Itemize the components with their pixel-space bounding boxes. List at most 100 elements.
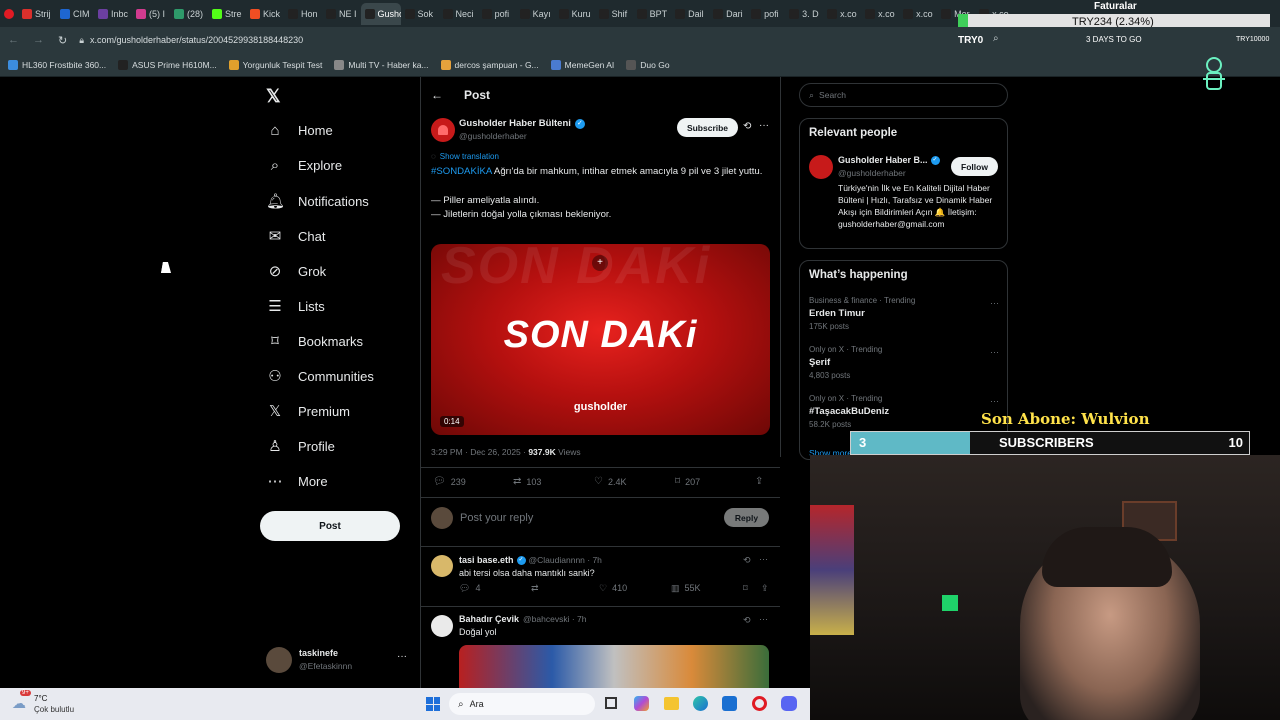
like-action[interactable]: ♡ 2.4K <box>594 476 626 487</box>
task-view-icon[interactable] <box>605 697 617 709</box>
media-sparkle-icon[interactable]: + <box>592 255 608 271</box>
edge-icon[interactable] <box>693 696 708 711</box>
reply-reply-action[interactable]: 💬︎ 4 <box>459 583 480 594</box>
browser-tab[interactable]: Dail <box>671 3 709 25</box>
trend-item[interactable]: Business & finance · Trending Erden Timur… <box>809 296 999 331</box>
sidebar-item-more[interactable]: ⋯ More <box>266 472 328 490</box>
more-dots-icon[interactable]: ··· <box>397 651 407 662</box>
browser-tab[interactable]: Neci <box>439 3 478 25</box>
browser-tab[interactable]: Kick <box>246 3 284 25</box>
reply-views[interactable]: ▥ 55K <box>671 583 701 594</box>
sidebar-item-notifications[interactable]: 🔔︎ Notifications <box>266 192 369 210</box>
back-icon[interactable]: ← <box>8 34 19 46</box>
hashtag-link[interactable]: #SONDAKİKA <box>431 166 492 177</box>
bookmark-action[interactable]: ⌑ 207 <box>675 476 700 487</box>
weather-widget[interactable]: ☁︎ 9+ 7°C Çok bulutlu <box>10 690 80 717</box>
follow-button[interactable]: Follow <box>951 157 998 176</box>
copilot-icon[interactable] <box>634 696 649 711</box>
back-arrow-icon[interactable]: ← <box>431 88 443 102</box>
reply-author[interactable]: tasi base.eth <box>459 555 514 565</box>
browser-tab[interactable]: x.co <box>823 3 861 25</box>
taskbar-search[interactable]: ⌕ Ara <box>449 693 595 715</box>
sidebar-item-lists[interactable]: ☰ Lists <box>266 297 324 315</box>
repost-icon[interactable]: ⇄ <box>531 583 539 594</box>
search-icon[interactable]: ⌕ <box>993 33 999 44</box>
post-button[interactable]: Post <box>260 511 400 541</box>
browser-tab[interactable]: Shif <box>595 3 633 25</box>
browser-tab[interactable]: (28) <box>170 3 208 25</box>
browser-tab[interactable]: Hon <box>284 3 322 25</box>
trend-item[interactable]: Only on X · Trending #TaşacakBuDeniz 58.2K… <box>809 394 999 429</box>
opera-logo[interactable] <box>0 3 18 25</box>
browser-tab[interactable]: BPT <box>633 3 672 25</box>
bookmark-item[interactable]: Yorgunluk Tespit Test <box>228 59 322 70</box>
browser-tab[interactable]: Sok <box>401 3 439 25</box>
person-name[interactable]: Gusholder Haber B... <box>838 155 928 165</box>
sidebar-item-communities[interactable]: ⚇ Communities <box>266 367 374 385</box>
browser-tab[interactable]: 3. D <box>785 3 823 25</box>
share-icon[interactable]: ⇪ <box>761 583 769 594</box>
post-timestamp[interactable]: 3:29 PM · Dec 26, 2025 · <box>431 447 528 457</box>
translation-row[interactable]: ◌ Show translation <box>431 152 499 161</box>
browser-tab[interactable]: NE I <box>322 3 361 25</box>
repost-action[interactable]: ⇄ 103 <box>513 476 541 487</box>
trend-more-icon[interactable]: ··· <box>990 396 999 406</box>
sidebar-item-grok[interactable]: ⊘ Grok <box>266 262 326 280</box>
browser-tab[interactable]: x.co <box>899 3 937 25</box>
bookmark-icon[interactable]: ⌑ <box>743 583 748 594</box>
reply-image[interactable] <box>459 645 769 688</box>
bookmark-item[interactable]: Multi TV - Haber ka... <box>334 59 429 70</box>
trend-more-icon[interactable]: ··· <box>990 298 999 308</box>
browser-tab[interactable]: Stre <box>208 3 246 25</box>
reply-grok-icon[interactable]: ⟲ <box>743 615 751 626</box>
post-more-icon[interactable]: ··· <box>759 120 769 131</box>
browser-tab[interactable]: Gushol <box>360 2 401 25</box>
reply-item[interactable]: tasi base.eth ✓ @Claudiannnn · 7h ⟲ ··· … <box>421 547 780 605</box>
reply-more-icon[interactable]: ··· <box>759 614 768 624</box>
browser-tab[interactable]: pofi <box>747 3 785 25</box>
grok-icon[interactable]: ⟲ <box>743 121 751 132</box>
browser-tab[interactable]: pofi <box>478 3 516 25</box>
bookmark-item[interactable]: Duo Go <box>626 59 670 70</box>
extension-label[interactable]: TRY0 <box>958 35 983 46</box>
account-switcher[interactable]: taskinefe @Efetaskinnn ··· <box>266 645 412 677</box>
sidebar-item-bookmarks[interactable]: ⌑ Bookmarks <box>266 332 363 350</box>
reply-grok-icon[interactable]: ⟲ <box>743 555 751 566</box>
reply-item[interactable]: Bahadır Çevik @bahcevski · 7h ⟲ ··· Doğa… <box>421 607 780 688</box>
store-icon[interactable] <box>722 696 737 711</box>
reply-author[interactable]: Bahadır Çevik <box>459 614 519 624</box>
search-box[interactable]: ⌕ Search <box>799 83 1008 107</box>
bookmark-item[interactable]: ASUS Prime H610M... <box>118 59 217 70</box>
author-handle[interactable]: @gusholderhaber <box>459 131 527 141</box>
reply-like-action[interactable]: ♡ 410 <box>599 583 627 594</box>
person-avatar[interactable] <box>809 155 833 179</box>
opera-icon[interactable] <box>752 696 767 711</box>
trend-item[interactable]: Only on X · Trending Şerif 4,803 posts ··· <box>809 345 999 380</box>
show-translation-link[interactable]: Show translation <box>440 152 499 161</box>
browser-tab[interactable]: Inbc <box>94 3 132 25</box>
subscribe-button[interactable]: Subscribe <box>677 118 738 137</box>
share-icon[interactable]: ⇪ <box>755 476 763 487</box>
reply-action[interactable]: 💬︎ 239 <box>433 476 466 487</box>
windows-start-icon[interactable] <box>426 697 440 711</box>
bookmark-item[interactable]: HL360 Frostbite 360... <box>8 59 106 70</box>
discord-icon[interactable] <box>781 696 797 711</box>
sidebar-item-premium[interactable]: 𝕏 Premium <box>266 402 350 420</box>
browser-tab[interactable]: Dari <box>709 3 747 25</box>
sidebar-item-home[interactable]: ⌂ Home <box>266 122 332 139</box>
x-logo-icon[interactable]: 𝕏 <box>266 86 281 107</box>
trend-more-icon[interactable]: ··· <box>990 347 999 357</box>
reply-more-icon[interactable]: ··· <box>759 554 768 564</box>
bookmark-item[interactable]: MemeGen AI <box>550 59 614 70</box>
browser-tab[interactable]: (5) I <box>132 3 170 25</box>
forward-icon[interactable]: → <box>33 34 44 46</box>
url-text[interactable]: x.com/gusholderhaber/status/200452993818… <box>90 35 303 45</box>
reply-input[interactable]: Post your reply <box>460 512 533 524</box>
post-video[interactable]: SON DAKi SON DAKi gusholder + 0:14 <box>431 244 770 435</box>
author-avatar[interactable] <box>431 118 455 142</box>
sidebar-item-profile[interactable]: ♙ Profile <box>266 437 335 455</box>
browser-tab[interactable]: CIM <box>56 3 94 25</box>
file-explorer-icon[interactable] <box>664 697 679 710</box>
reload-icon[interactable]: ↻ <box>58 34 67 47</box>
bookmark-item[interactable]: dercos şampuan - G... <box>440 59 539 70</box>
